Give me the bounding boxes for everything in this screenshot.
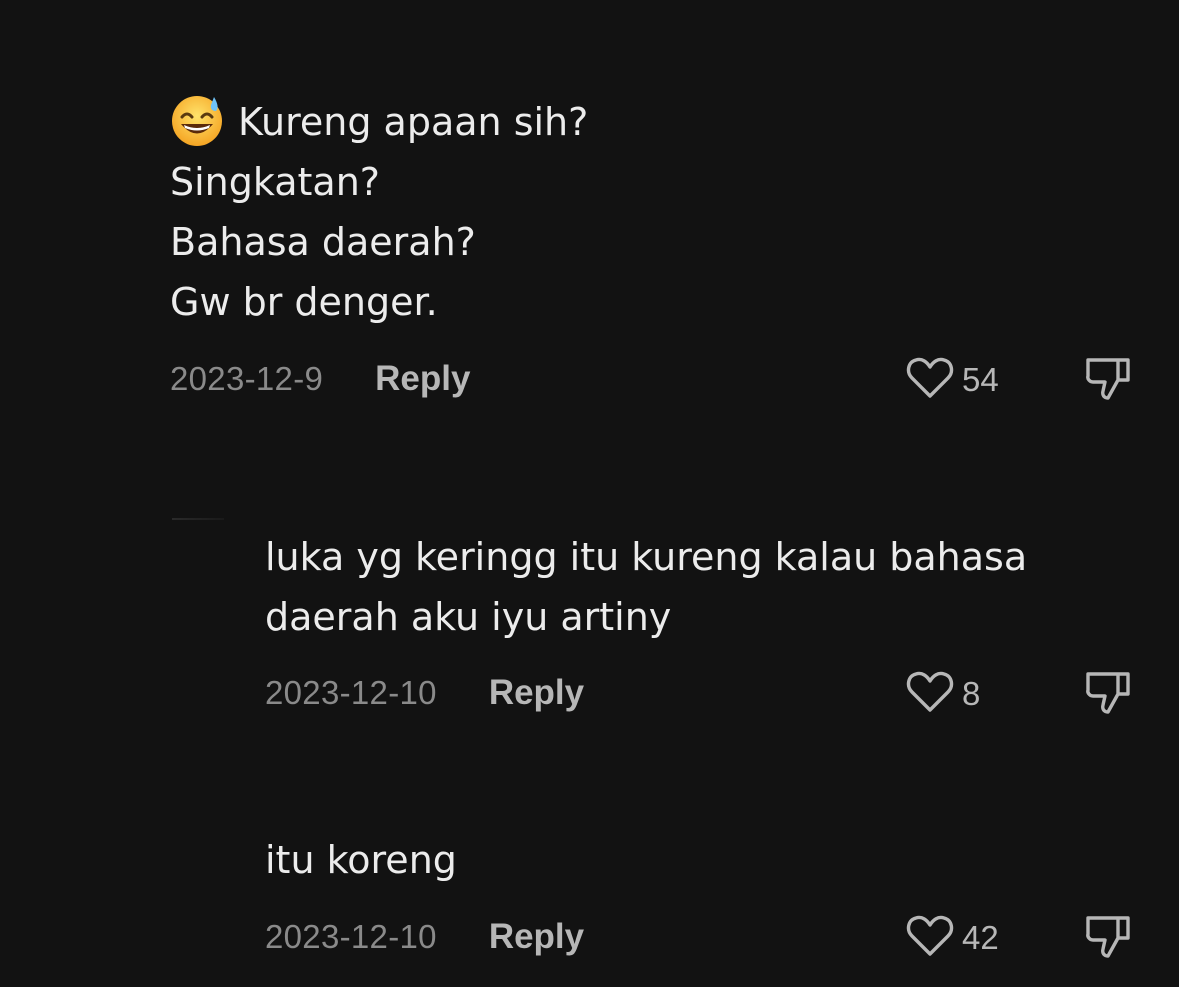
comment-1: Kureng apaan sih? Singkatan? Bahasa daer… — [170, 92, 1070, 332]
comment-text: Kureng apaan sih? Singkatan? Bahasa daer… — [170, 92, 1070, 332]
like-count: 54 — [962, 361, 999, 398]
heart-icon — [906, 670, 954, 718]
comment-3: itu koreng — [265, 830, 1145, 890]
like-count: 42 — [962, 919, 999, 956]
comment-3-meta: 2023-12-10 Reply — [265, 912, 584, 962]
heart-icon — [906, 914, 954, 962]
comment-date: 2023-12-10 — [265, 918, 437, 955]
reply-button[interactable]: Reply — [375, 359, 470, 399]
comment-text: luka yg keringg itu kureng kalau bahasa … — [265, 535, 1028, 639]
like-button[interactable]: 42 — [906, 914, 999, 962]
reply-button[interactable]: Reply — [489, 673, 584, 713]
comment-1-meta: 2023-12-9 Reply — [170, 354, 470, 404]
dislike-button[interactable] — [1084, 668, 1132, 716]
thumbs-down-icon — [1084, 358, 1132, 406]
divider — [172, 518, 224, 520]
comment-text: itu koreng — [265, 838, 457, 882]
like-button[interactable]: 54 — [906, 356, 999, 404]
comment-date: 2023-12-10 — [265, 674, 437, 711]
heart-icon — [906, 356, 954, 404]
comment-2-meta: 2023-12-10 Reply — [265, 668, 584, 718]
grinning-sweat-emoji-icon — [170, 93, 224, 147]
thumbs-down-icon — [1084, 672, 1132, 720]
dislike-button[interactable] — [1084, 912, 1132, 960]
comment-first-line: Kureng apaan sih? — [238, 100, 589, 144]
dislike-button[interactable] — [1084, 354, 1132, 402]
like-count: 8 — [962, 675, 981, 712]
thumbs-down-icon — [1084, 916, 1132, 964]
comment-rest: Singkatan? Bahasa daerah? Gw br denger. — [170, 160, 476, 324]
reply-button[interactable]: Reply — [489, 917, 584, 957]
comment-date: 2023-12-9 — [170, 360, 324, 397]
like-button[interactable]: 8 — [906, 670, 980, 718]
comment-2: luka yg keringg itu kureng kalau bahasa … — [265, 527, 1145, 647]
